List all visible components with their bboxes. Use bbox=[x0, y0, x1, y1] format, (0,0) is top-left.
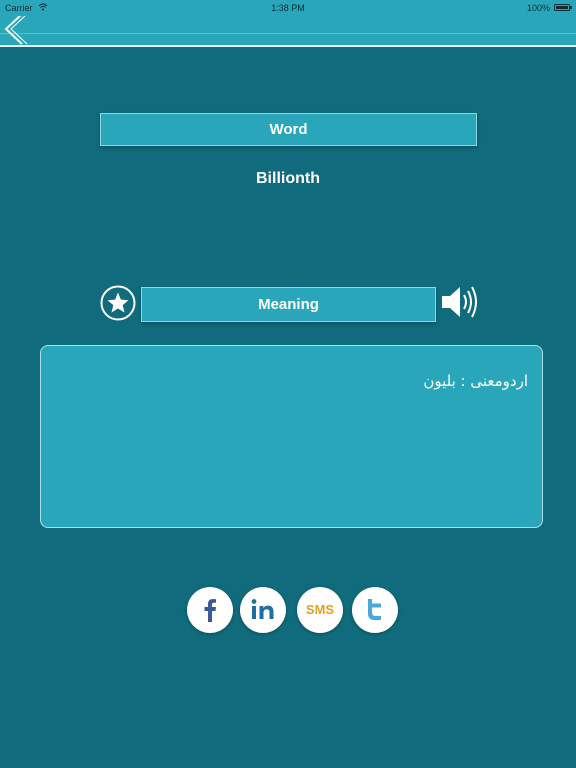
linkedin-icon bbox=[251, 599, 274, 619]
twitter-share-button[interactable] bbox=[352, 587, 398, 633]
word-value: Billionth bbox=[256, 170, 320, 187]
facebook-icon bbox=[204, 599, 216, 622]
meaning-text: اردومعنی : بلیون bbox=[423, 372, 528, 390]
speak-button[interactable] bbox=[440, 283, 480, 321]
facebook-share-button[interactable] bbox=[187, 587, 233, 633]
battery-icon bbox=[554, 4, 572, 11]
clock: 1:38 PM bbox=[271, 3, 305, 13]
chevron-left-icon bbox=[4, 13, 28, 45]
sms-label: SMS bbox=[305, 602, 335, 617]
meaning-box: اردومعنی : بلیون bbox=[40, 345, 543, 528]
speaker-icon bbox=[442, 286, 477, 318]
navigation-bar bbox=[0, 13, 576, 47]
star-icon bbox=[100, 285, 136, 321]
linkedin-share-button[interactable] bbox=[240, 587, 286, 633]
sms-share-button[interactable]: SMS bbox=[297, 587, 343, 633]
twitter-icon bbox=[368, 599, 381, 620]
favorite-button[interactable] bbox=[100, 285, 136, 321]
status-bar: Carrier 1:38 PM 100% bbox=[0, 0, 576, 16]
battery-percentage: 100% bbox=[526, 3, 550, 13]
meaning-label: Meaning bbox=[141, 287, 436, 322]
word-label: Word bbox=[100, 113, 477, 146]
back-button[interactable] bbox=[0, 13, 30, 45]
